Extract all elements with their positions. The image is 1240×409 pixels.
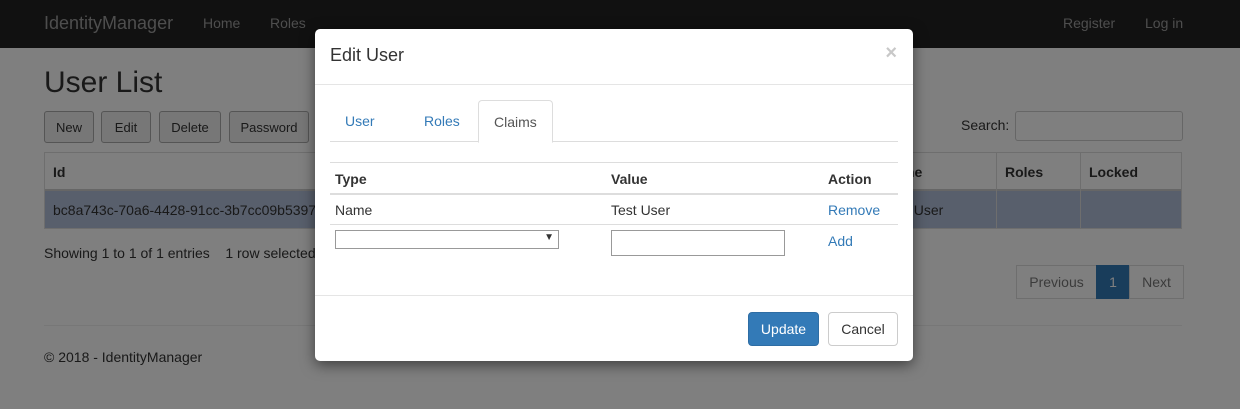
header-divider [330,193,898,195]
claims-action-header: Action [828,171,872,187]
close-icon[interactable]: × [885,42,897,65]
row-divider [330,162,898,163]
cancel-button[interactable]: Cancel [828,312,898,346]
modal-tabs: User Roles Claims [330,100,898,143]
modal-header: Edit User × [315,29,913,85]
claim-value-input[interactable] [611,230,785,256]
claims-value-header: Value [611,171,648,187]
claim-value-cell: Test User [611,202,671,218]
row-divider [330,224,898,225]
tab-user[interactable]: User [330,100,390,142]
edit-user-modal: Edit User × User Roles Claims Type Value… [315,29,913,361]
add-claim-link[interactable]: Add [828,233,853,249]
remove-claim-link[interactable]: Remove [828,202,880,218]
tab-roles[interactable]: Roles [409,100,475,142]
tab-claims[interactable]: Claims [478,100,553,143]
claim-type-select[interactable]: ▼ [335,230,559,249]
modal-footer: Update Cancel [315,295,913,361]
update-button[interactable]: Update [748,312,819,346]
modal-title: Edit User [330,45,405,65]
dropdown-arrow-icon: ▼ [544,232,554,243]
claim-type-cell: Name [335,202,373,218]
claims-type-header: Type [335,171,367,187]
